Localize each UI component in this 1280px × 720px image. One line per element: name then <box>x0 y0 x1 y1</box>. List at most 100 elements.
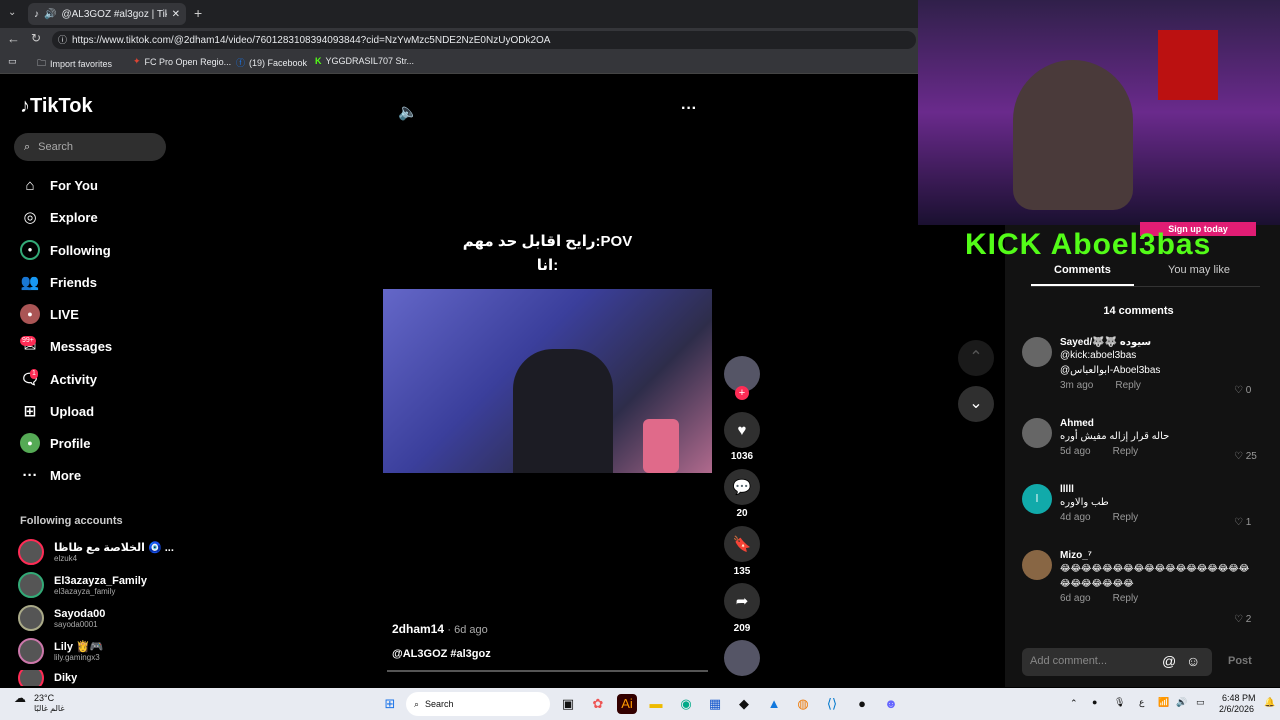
add-comment-input[interactable]: Add comment... <box>1022 648 1212 676</box>
temperature: 23°C <box>34 693 55 703</box>
video-author[interactable]: 2dham14 <box>392 622 444 636</box>
clock-date[interactable]: 2/6/2026 <box>1219 704 1254 714</box>
post-button[interactable]: Post <box>1228 655 1252 667</box>
tiktok-logo[interactable]: ♪TikTok <box>20 95 93 118</box>
tray-chevron-icon[interactable]: ⌃ <box>1070 698 1078 709</box>
discord-icon[interactable]: ☻ <box>881 694 901 714</box>
github-icon[interactable]: ● <box>852 694 872 714</box>
battery-icon[interactable]: ▭ <box>1196 697 1205 708</box>
nav-profile[interactable]: ● Profile <box>20 431 90 455</box>
kick-logo: KICK Aboel3bas <box>965 228 1212 261</box>
search-input[interactable]: ⌕ Search <box>14 133 166 161</box>
url-field[interactable]: ⓘ https://www.tiktok.com/@2dham14/video/… <box>52 31 916 49</box>
emoji-icon[interactable]: ☺ <box>1186 653 1200 669</box>
tab-you-may-like[interactable]: You may like <box>1168 264 1230 276</box>
weather-label: غالم غالبًا <box>34 704 65 713</box>
comment-like[interactable]: ♡ 0 <box>1234 385 1251 396</box>
volume-icon[interactable]: 🔈 <box>398 102 418 122</box>
url-text: https://www.tiktok.com/@2dham14/video/76… <box>72 34 551 46</box>
previous-video-button[interactable]: ⌃ <box>958 340 994 376</box>
following-account[interactable]: Lily 👸🎮 lily.gamingx3 <box>18 637 103 665</box>
audio-icon[interactable]: 🔊 <box>44 9 56 20</box>
favorite-import[interactable]: 🗀 Import favorites <box>37 56 112 72</box>
reply-button[interactable]: Reply <box>1113 593 1139 604</box>
microphone-icon[interactable]: 🎙 <box>1114 697 1125 708</box>
windows-start-icon[interactable]: ⊞ <box>380 694 400 714</box>
reply-button[interactable]: Reply <box>1113 446 1139 457</box>
comment-like[interactable]: ♡ 2 <box>1234 614 1251 625</box>
avatar <box>18 638 44 664</box>
chrome-icon[interactable]: ◍ <box>793 694 813 714</box>
notification-icon[interactable]: 🔔 <box>1264 697 1275 708</box>
like-button[interactable]: ♥ <box>724 412 760 448</box>
nav-friends[interactable]: 👥 Friends <box>20 270 97 294</box>
app-icon[interactable]: ◆ <box>734 694 754 714</box>
video-player[interactable] <box>383 289 712 473</box>
reply-button[interactable]: Reply <box>1115 380 1141 391</box>
vscode-icon[interactable]: ⟨⟩ <box>822 694 842 714</box>
nav-following[interactable]: ● Following <box>20 238 111 262</box>
illustrator-icon[interactable]: Ai <box>617 694 637 714</box>
nav-upload[interactable]: ⊞ Upload <box>20 399 94 423</box>
following-account[interactable]: الخلاصة مع ظاظا 🧿 ... elzuk4 <box>18 538 174 566</box>
tab-list-icon[interactable]: ⌄ <box>8 7 16 18</box>
copilot-icon[interactable]: ✿ <box>588 694 608 714</box>
next-video-button[interactable]: ⌄ <box>958 386 994 422</box>
heart-icon: ♥ <box>737 421 747 439</box>
file-explorer-icon[interactable]: ▬ <box>646 694 666 714</box>
share-button[interactable]: ➦ <box>724 583 760 619</box>
avatar[interactable]: l <box>1022 484 1052 514</box>
reply-button[interactable]: Reply <box>1113 512 1139 523</box>
heart-outline-icon: ♡ <box>1234 451 1243 462</box>
azure-icon[interactable]: ▲ <box>764 694 784 714</box>
sound-disc-avatar[interactable] <box>724 640 760 676</box>
back-icon[interactable]: ← <box>7 31 20 46</box>
nav-explore[interactable]: ◎ Explore <box>20 205 97 229</box>
tiktok-favicon-icon: ♪ <box>34 8 39 20</box>
refresh-icon[interactable]: ↻ <box>31 31 41 45</box>
mention-icon[interactable]: @ <box>1162 653 1176 669</box>
nav-more[interactable]: ··· More <box>20 463 82 487</box>
site-info-icon[interactable]: ⓘ <box>58 33 67 46</box>
wifi-icon[interactable]: 📶 <box>1158 697 1169 708</box>
streamer-figure <box>1013 60 1133 210</box>
follow-plus-icon[interactable]: + <box>735 386 749 400</box>
more-options-icon[interactable]: ··· <box>681 100 697 118</box>
bookmark-icon: 🔖 <box>732 536 752 553</box>
following-account[interactable]: Diky <box>18 670 77 686</box>
following-account[interactable]: El3azayza_Family el3azayza_family <box>18 571 147 599</box>
store-icon[interactable]: ▦ <box>705 694 725 714</box>
browser-tab[interactable]: ♪ 🔊 @AL3GOZ #al3goz | TikTok ✕ <box>28 3 186 25</box>
tray-app-icon[interactable]: ● <box>1092 697 1097 707</box>
avatar[interactable] <box>1022 550 1052 580</box>
save-button[interactable]: 🔖 <box>724 526 760 562</box>
comment-like[interactable]: ♡ 1 <box>1234 517 1251 528</box>
edge-icon[interactable]: ◉ <box>676 694 696 714</box>
tab-comments[interactable]: Comments <box>1054 264 1111 276</box>
favorite-fc-pro[interactable]: ✦ FC Pro Open Regio... <box>133 56 231 67</box>
language-icon[interactable]: ع <box>1139 697 1144 708</box>
video-progress-bar[interactable] <box>387 670 708 672</box>
clock-time[interactable]: 6:48 PM <box>1222 693 1256 703</box>
avatar[interactable] <box>1022 337 1052 367</box>
video-tags[interactable]: @AL3GOZ #al3goz <box>392 648 491 660</box>
new-tab-icon[interactable]: + <box>194 5 202 21</box>
taskbar-search[interactable]: ⌕ Search <box>406 692 550 716</box>
reading-view-icon[interactable]: ▭ <box>8 56 17 67</box>
nav-for-you[interactable]: ⌂ For You <box>20 173 97 197</box>
weather-icon[interactable]: ☁ <box>14 691 26 705</box>
share-count: 209 <box>733 623 751 634</box>
nav-live[interactable]: ● LIVE <box>20 302 79 326</box>
video-age: · 6d ago <box>447 624 488 636</box>
task-view-icon[interactable]: ▣ <box>558 694 578 714</box>
favorite-facebook[interactable]: ⓕ (19) Facebook <box>236 56 307 69</box>
comment-like[interactable]: ♡ 25 <box>1234 451 1257 462</box>
avatar[interactable] <box>1022 418 1052 448</box>
speaker-icon[interactable]: 🔊 <box>1176 697 1187 708</box>
avatar <box>18 670 44 686</box>
close-tab-icon[interactable]: ✕ <box>172 9 180 20</box>
comment-button[interactable]: 💬 <box>724 469 760 505</box>
favorite-yggdrasil[interactable]: K YGGDRASIL707 Str... <box>315 56 414 66</box>
heart-outline-icon: ♡ <box>1234 517 1243 528</box>
following-account[interactable]: Sayoda00 sayoda0001 <box>18 604 105 632</box>
